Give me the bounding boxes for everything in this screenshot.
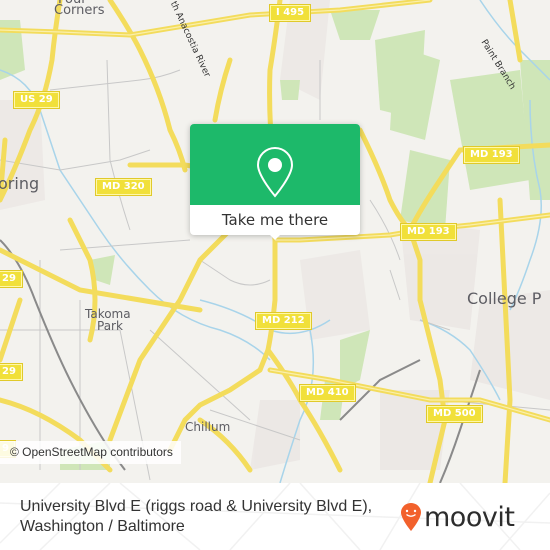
moovit-pin-icon xyxy=(401,503,421,531)
route-shield-md320: MD 320 xyxy=(96,179,151,195)
popup-header xyxy=(190,124,360,205)
route-shield-md193: MD 193 xyxy=(464,147,519,163)
map-attribution[interactable]: © OpenStreetMap contributors xyxy=(0,441,181,464)
route-shield-us29: US 29 xyxy=(14,92,59,108)
address-line-1: University Blvd E (riggs road & Universi… xyxy=(20,498,373,515)
route-shield-us29: 29 xyxy=(0,364,22,380)
route-shield-us29: 29 xyxy=(0,271,22,287)
place-label-college-park: College P xyxy=(467,289,542,308)
route-shield-md212: MD 212 xyxy=(256,313,311,329)
map-pin-icon xyxy=(256,146,294,198)
location-popup: Take me there xyxy=(190,124,360,240)
place-label-chillum: Chillum xyxy=(185,420,231,434)
route-shield-i495: I 495 xyxy=(270,5,311,21)
route-shield-md500: MD 500 xyxy=(427,406,482,422)
place-label-silver-spring: oring xyxy=(0,174,40,193)
address: University Blvd E (riggs road & Universi… xyxy=(20,497,372,537)
take-me-there-button[interactable]: Take me there xyxy=(190,205,360,235)
popup-pointer xyxy=(268,233,282,240)
map[interactable]: Four Corners oring Takoma Park Chillum C… xyxy=(0,0,550,483)
footer: University Blvd E (riggs road & Universi… xyxy=(0,483,550,550)
address-line-2: Washington / Baltimore xyxy=(20,518,185,535)
route-shield-md410: MD 410 xyxy=(300,385,355,401)
brand-name: moovit xyxy=(424,501,515,533)
place-label-takoma-park: Park xyxy=(97,319,123,333)
moovit-logo[interactable]: moovit xyxy=(400,497,515,537)
place-label-four-corners: Corners xyxy=(54,3,105,18)
route-shield-md193: MD 193 xyxy=(401,224,456,240)
